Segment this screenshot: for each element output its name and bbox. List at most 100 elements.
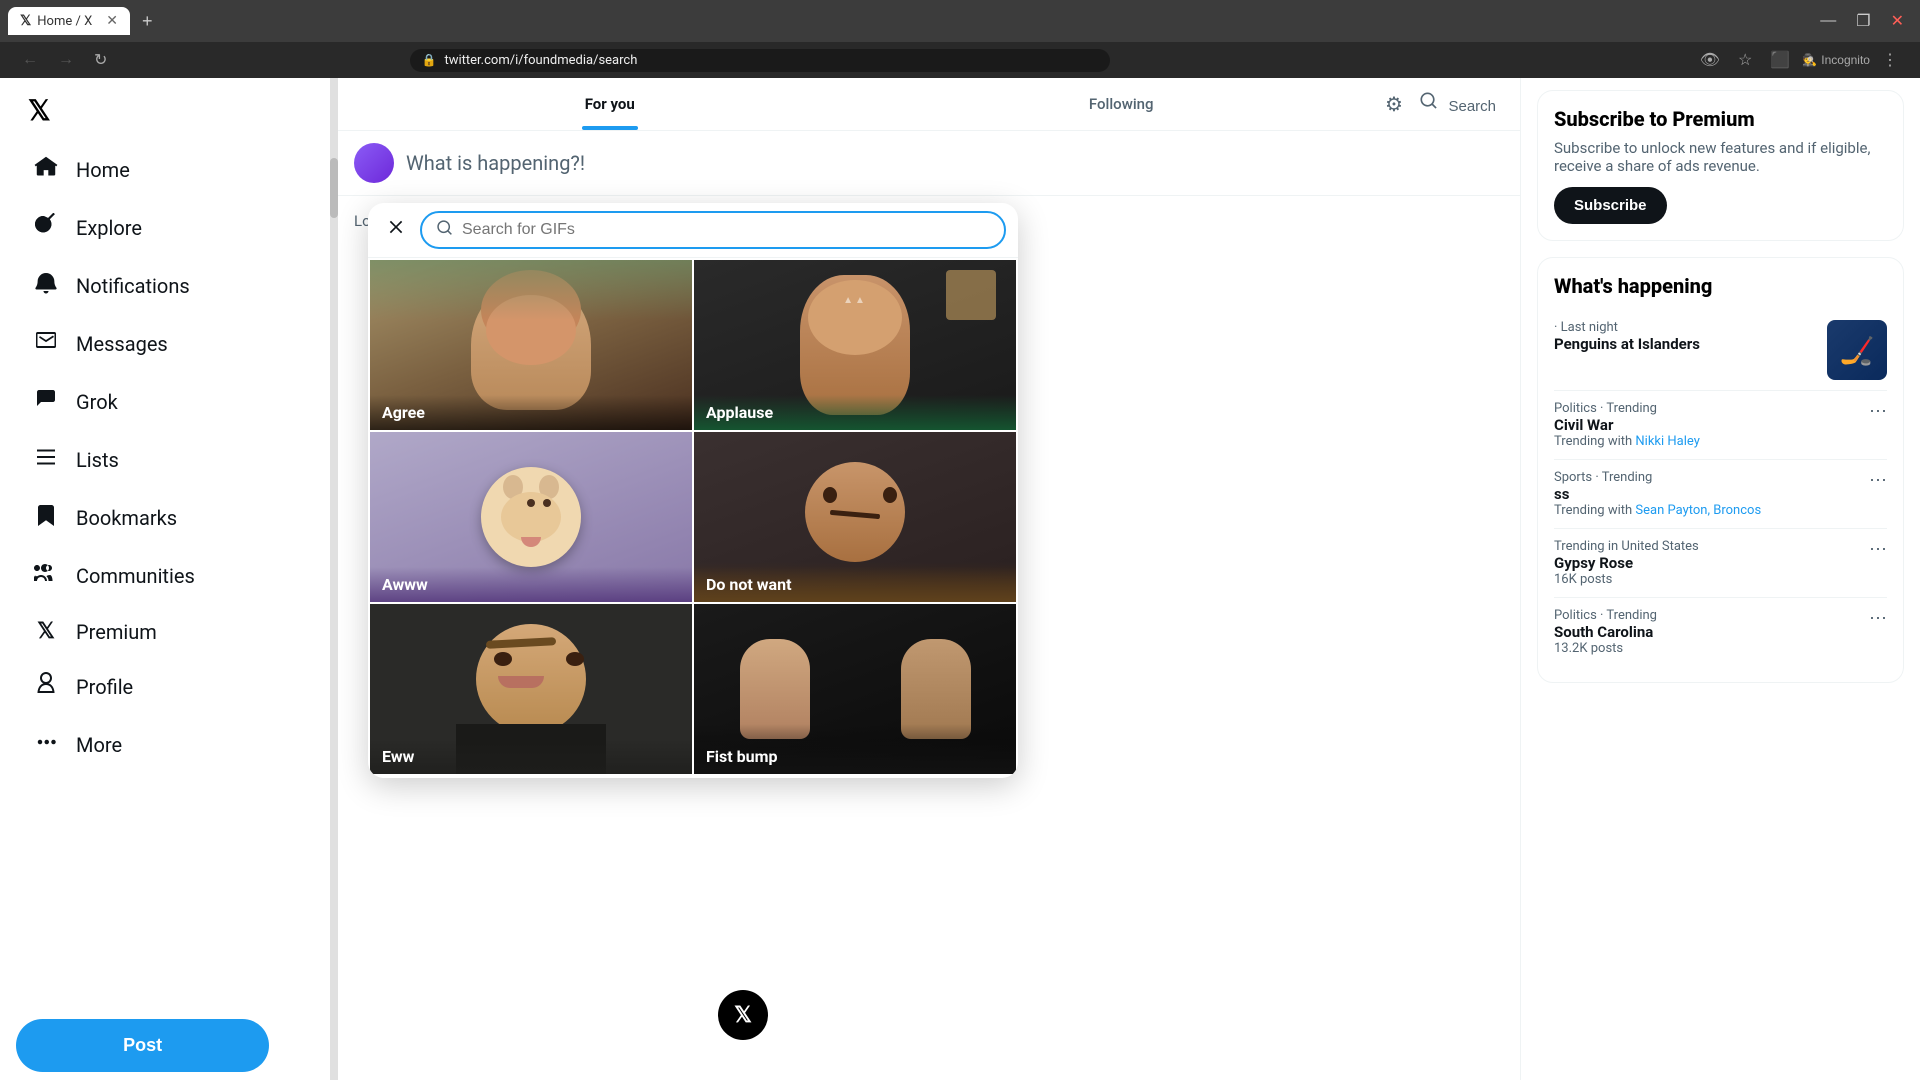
broncos-link[interactable]: Sean Payton, Broncos [1635, 503, 1761, 518]
gif-item-do-not-want[interactable]: Do not want [694, 432, 1016, 602]
forward-button[interactable]: → [52, 49, 80, 71]
gif-search-input[interactable] [462, 221, 990, 239]
premium-desc: Subscribe to unlock new features and if … [1554, 139, 1887, 175]
trend-posts-gypsy: 16K posts [1554, 572, 1869, 587]
profile-icon [32, 672, 60, 702]
happening-title: What's happening [1554, 274, 1887, 298]
trend-item-penguins[interactable]: · Last night Penguins at Islanders 🏒 [1554, 310, 1887, 391]
scrollbar-track[interactable] [330, 78, 338, 1080]
modal-overlay: Agree ▲▲ App [338, 78, 1520, 1080]
address-input-wrap[interactable]: 🔒 twitter.com/i/foundmedia/search [410, 49, 1110, 72]
window-controls: — ❐ ✕ [1812, 7, 1912, 35]
close-button[interactable]: ✕ [1883, 7, 1912, 35]
sidebar-item-explore[interactable]: Explore [16, 201, 314, 255]
gif-search-input-wrap[interactable] [420, 211, 1006, 249]
trend-meta-gypsy: Trending in United States [1554, 539, 1869, 554]
trend-name-broncos: ss [1554, 485, 1869, 503]
trend-more-civil-war[interactable]: ⋯ [1869, 401, 1887, 422]
trend-content-civil-war: Politics · Trending Civil War Trending w… [1554, 401, 1869, 449]
trend-meta-penguins: · Last night [1554, 320, 1700, 335]
premium-title: Subscribe to Premium [1554, 107, 1887, 131]
trend-suffix-broncos: Trending with Sean Payton, Broncos [1554, 503, 1869, 518]
toolbar-icons: 👁 ☆ ⬛ 🕵 Incognito ⋮ [1694, 48, 1904, 72]
sidebar-item-label-communities: Communities [76, 564, 195, 588]
notifications-icon [32, 271, 60, 301]
trend-content-gypsy: Trending in United States Gypsy Rose 16K… [1554, 539, 1869, 587]
sidebar-item-premium[interactable]: 𝕏 Premium [16, 607, 314, 656]
gif-label-eww: Eww [370, 739, 692, 774]
gif-item-awww[interactable]: Awww [370, 432, 692, 602]
gif-grid: Agree ▲▲ App [368, 258, 1018, 778]
subscribe-button[interactable]: Subscribe [1554, 187, 1667, 224]
sidebar-item-notifications[interactable]: Notifications [16, 259, 314, 313]
sidebar-item-label-more: More [76, 733, 122, 757]
trend-more-broncos[interactable]: ⋯ [1869, 470, 1887, 491]
premium-box: Subscribe to Premium Subscribe to unlock… [1537, 90, 1904, 241]
back-button[interactable]: ← [16, 49, 44, 71]
sidebar-item-label-profile: Profile [76, 675, 133, 699]
more-icon [32, 730, 60, 760]
gif-item-applause[interactable]: ▲▲ Applause [694, 260, 1016, 430]
eye-off-icon[interactable]: 👁 [1694, 48, 1726, 72]
trend-name-civil-war: Civil War [1554, 416, 1869, 434]
address-text: twitter.com/i/foundmedia/search [444, 53, 1097, 68]
gif-picker: Agree ▲▲ App [368, 203, 1018, 778]
incognito-icon: 🕵 [1802, 53, 1817, 67]
right-sidebar: Subscribe to Premium Subscribe to unlock… [1520, 78, 1920, 1080]
gif-search-icon [436, 219, 454, 241]
sidebar-logo[interactable]: 𝕏 [16, 86, 314, 135]
premium-icon: 𝕏 [32, 619, 60, 644]
trend-meta-broncos: Sports · Trending [1554, 470, 1869, 485]
gif-search-bar [368, 203, 1018, 258]
incognito-button[interactable]: 🕵 Incognito [1802, 53, 1870, 67]
sidebar-item-profile[interactable]: Profile [16, 660, 314, 714]
trend-sport-icon: 🏒 [1840, 334, 1875, 367]
sidebar-item-home[interactable]: Home [16, 143, 314, 197]
sidebar-item-label-grok: Grok [76, 390, 118, 414]
lock-icon: 🔒 [422, 53, 437, 67]
sidebar-item-label-explore: Explore [76, 216, 142, 240]
side-panel-icon[interactable]: ⬛ [1764, 48, 1796, 72]
gif-label-awww: Awww [370, 567, 692, 602]
sidebar-item-lists[interactable]: Lists [16, 433, 314, 487]
bookmark-star-icon[interactable]: ☆ [1732, 48, 1758, 72]
new-tab-button[interactable]: + [134, 7, 161, 36]
gif-empty-1 [370, 776, 692, 778]
sidebar-item-messages[interactable]: Messages [16, 317, 314, 371]
sidebar-item-communities[interactable]: Communities [16, 549, 314, 603]
trend-item-civil-war[interactable]: Politics · Trending Civil War Trending w… [1554, 391, 1887, 460]
post-button[interactable]: Post [16, 1019, 269, 1072]
sidebar-bottom: Post [16, 1011, 314, 1072]
trend-item-broncos[interactable]: Sports · Trending ss Trending with Sean … [1554, 460, 1887, 529]
tab-close-button[interactable]: ✕ [106, 13, 118, 29]
trend-item-south-carolina[interactable]: Politics · Trending South Carolina 13.2K… [1554, 598, 1887, 666]
sidebar-item-more[interactable]: More [16, 718, 314, 772]
messages-icon [32, 329, 60, 359]
grok-icon [32, 387, 60, 417]
gif-label-applause: Applause [694, 395, 1016, 430]
gif-item-eww[interactable]: Eww [370, 604, 692, 774]
minimize-button[interactable]: — [1812, 7, 1844, 35]
sidebar-item-label-premium: Premium [76, 620, 157, 644]
gif-item-agree[interactable]: Agree [370, 260, 692, 430]
trend-name-sc: South Carolina [1554, 623, 1869, 641]
communities-icon [32, 561, 60, 591]
trend-item-gypsy-rose[interactable]: Trending in United States Gypsy Rose 16K… [1554, 529, 1887, 598]
tab-title: Home / X [37, 14, 92, 29]
sidebar-item-label-notifications: Notifications [76, 274, 190, 298]
gif-close-button[interactable] [380, 211, 412, 249]
sidebar-item-bookmarks[interactable]: Bookmarks [16, 491, 314, 545]
maximize-button[interactable]: ❐ [1848, 7, 1878, 35]
browser-tab[interactable]: 𝕏 Home / X ✕ [8, 7, 130, 35]
scrollbar-thumb[interactable] [330, 158, 338, 218]
gif-empty-2 [694, 776, 1016, 778]
refresh-button[interactable]: ↻ [88, 48, 113, 72]
trend-name-gypsy: Gypsy Rose [1554, 554, 1869, 572]
trend-more-gypsy[interactable]: ⋯ [1869, 539, 1887, 560]
trend-more-sc[interactable]: ⋯ [1869, 608, 1887, 629]
nikki-haley-link[interactable]: Nikki Haley [1635, 434, 1699, 449]
menu-icon[interactable]: ⋮ [1876, 48, 1904, 72]
sidebar-item-grok[interactable]: Grok [16, 375, 314, 429]
address-bar: ← → ↻ 🔒 twitter.com/i/foundmedia/search … [0, 42, 1920, 78]
gif-item-fist-bump[interactable]: Fist bump [694, 604, 1016, 774]
